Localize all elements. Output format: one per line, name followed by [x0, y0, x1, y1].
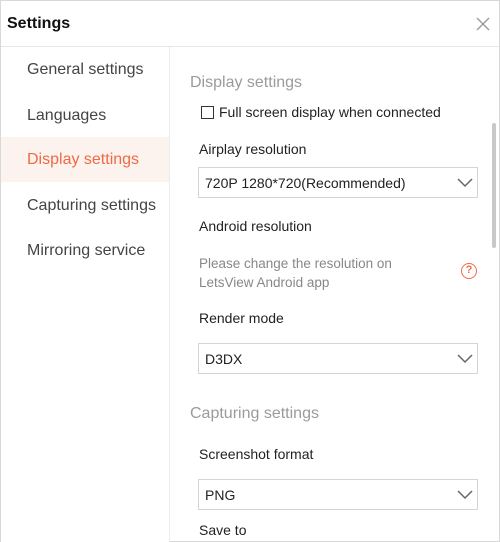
settings-content: Display settings Full screen display whe…	[171, 47, 499, 542]
sidebar-item-capturing-settings[interactable]: Capturing settings	[1, 183, 169, 228]
screenshot-format-value: PNG	[205, 487, 236, 503]
render-mode-label: Render mode	[199, 310, 284, 326]
airplay-resolution-value: 720P 1280*720(Recommended)	[205, 175, 406, 191]
fullscreen-checkbox[interactable]	[201, 106, 214, 119]
screenshot-format-label: Screenshot format	[199, 446, 314, 462]
close-icon[interactable]	[473, 14, 493, 34]
render-mode-select[interactable]: D3DX	[198, 343, 478, 374]
content-scrollbar[interactable]	[492, 123, 496, 248]
settings-sidebar: General settings Languages Display setti…	[1, 47, 170, 542]
fullscreen-checkbox-label: Full screen display when connected	[219, 104, 441, 120]
android-resolution-label: Android resolution	[199, 218, 312, 234]
sidebar-item-general-settings[interactable]: General settings	[1, 47, 169, 92]
chevron-down-icon	[457, 490, 473, 500]
save-to-label: Save to	[199, 522, 247, 538]
render-mode-value: D3DX	[205, 351, 243, 367]
chevron-down-icon	[457, 354, 473, 364]
help-icon[interactable]: ?	[461, 263, 477, 279]
settings-window: Settings General settings Languages Disp…	[0, 0, 500, 542]
android-resolution-hint: Please change the resolution on LetsView…	[199, 256, 392, 290]
chevron-down-icon	[457, 178, 473, 188]
title-bar: Settings	[1, 1, 499, 47]
airplay-resolution-select[interactable]: 720P 1280*720(Recommended)	[198, 167, 478, 198]
display-section-title: Display settings	[190, 74, 303, 91]
sidebar-item-languages[interactable]: Languages	[1, 93, 169, 138]
sidebar-item-display-settings[interactable]: Display settings	[1, 137, 169, 182]
window-title: Settings	[7, 15, 71, 32]
airplay-resolution-label: Airplay resolution	[199, 141, 307, 157]
capturing-section-title: Capturing settings	[190, 405, 319, 422]
sidebar-item-mirroring-service[interactable]: Mirroring service	[1, 228, 169, 273]
screenshot-format-select[interactable]: PNG	[198, 479, 478, 510]
